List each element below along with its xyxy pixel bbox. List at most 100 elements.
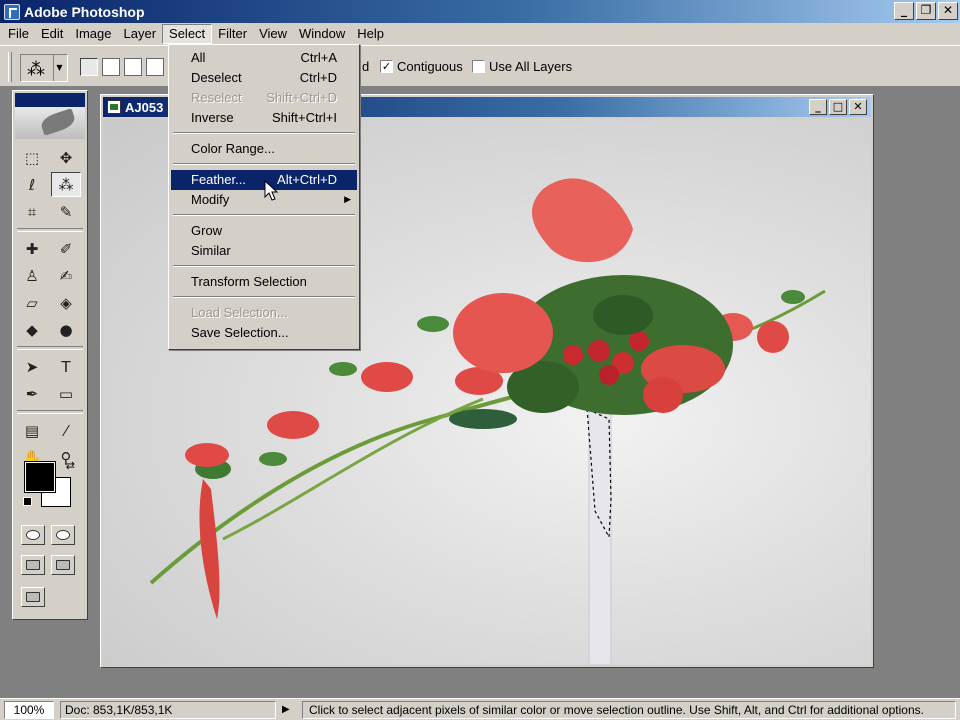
menu-separator — [171, 261, 357, 272]
swap-colors-icon[interactable]: ⇄ — [66, 459, 75, 472]
app-title: Adobe Photoshop — [24, 3, 145, 20]
subtract-from-selection-button[interactable] — [124, 58, 142, 76]
dodge-tool-icon[interactable]: ● — [51, 317, 81, 342]
pen-tool-icon[interactable]: ✒ — [17, 381, 47, 406]
imageready-icon — [26, 592, 40, 602]
transform-selection-item[interactable]: Transform Selection — [171, 272, 357, 292]
screen-mode-icon — [26, 560, 40, 570]
path-selection-tool-icon[interactable]: ➤ — [17, 354, 47, 379]
tulip-bud — [757, 321, 789, 353]
menu-separator — [171, 292, 357, 303]
inverse-item[interactable]: Inverse Shift+Ctrl+I — [171, 108, 357, 128]
menu-bar: File Edit Image Layer Select Filter View… — [0, 23, 960, 45]
rectangle-tool-icon[interactable]: ▭ — [51, 381, 81, 406]
menu-view[interactable]: View — [253, 24, 293, 44]
similar-item[interactable]: Similar — [171, 241, 357, 261]
menu-separator — [171, 210, 357, 221]
full-screen-menu-mode-button[interactable] — [51, 555, 75, 575]
document-size-info: Doc: 853,1K/853,1K — [60, 700, 276, 719]
save-selection-item[interactable]: Save Selection... — [171, 323, 357, 343]
toolbox-divider — [17, 346, 83, 350]
dropdown-arrow-icon[interactable]: ▼ — [53, 55, 65, 81]
crop-tool-icon[interactable]: ⌗ — [17, 199, 47, 224]
standard-screen-mode-button[interactable] — [21, 555, 45, 575]
color-range-item[interactable]: Color Range... — [171, 139, 357, 159]
leaf — [329, 362, 357, 376]
menu-help[interactable]: Help — [351, 24, 390, 44]
menu-image[interactable]: Image — [69, 24, 117, 44]
use-all-layers-checkbox[interactable] — [472, 60, 485, 73]
mouse-pointer-icon — [264, 180, 279, 201]
tulip-bud — [361, 362, 413, 392]
document-close-button[interactable]: ✕ — [849, 99, 867, 115]
status-message: Click to select adjacent pixels of simil… — [302, 700, 956, 719]
tool-preset-picker[interactable]: ⁂ ▼ — [20, 54, 68, 82]
new-selection-button[interactable] — [80, 58, 98, 76]
eraser-tool-icon[interactable]: ▱ — [17, 290, 47, 315]
clone-stamp-tool-icon[interactable]: ♙ — [17, 263, 47, 288]
contiguous-option[interactable]: ✓ Contiguous — [380, 59, 463, 74]
options-bar-grip[interactable] — [8, 52, 12, 82]
menu-filter[interactable]: Filter — [212, 24, 253, 44]
use-all-layers-label: Use All Layers — [489, 59, 573, 74]
paint-bucket-tool-icon[interactable]: ◈ — [51, 290, 81, 315]
grow-item[interactable]: Grow — [171, 221, 357, 241]
anthurium-top — [531, 178, 633, 263]
move-tool-icon[interactable]: ✥ — [51, 145, 81, 170]
blur-tool-icon[interactable]: ◆ — [17, 317, 47, 342]
jump-to-imageready-button[interactable] — [21, 587, 45, 607]
lasso-tool-icon[interactable]: ℓ — [17, 172, 47, 197]
toolbox-divider — [17, 228, 83, 232]
default-colors-icon[interactable] — [23, 497, 32, 506]
tulip-bud — [643, 377, 683, 413]
fern — [449, 409, 517, 429]
vase — [588, 406, 612, 665]
magic-wand-tool-icon[interactable]: ⁂ — [51, 172, 81, 197]
close-button[interactable]: ✕ — [938, 2, 958, 20]
adobe-feather-logo[interactable] — [15, 107, 85, 139]
document-minimize-button[interactable]: _ — [809, 99, 827, 115]
selection-mode-group — [80, 58, 164, 76]
quick-mask-mode-button[interactable] — [51, 525, 75, 545]
healing-brush-tool-icon[interactable]: ✚ — [17, 236, 47, 261]
magic-wand-icon: ⁂ — [27, 59, 45, 80]
menu-select[interactable]: Select — [162, 24, 213, 44]
contiguous-checkbox[interactable]: ✓ — [380, 60, 393, 73]
document-maximize-button[interactable]: □ — [829, 99, 847, 115]
eyedropper-tool-icon[interactable]: ⁄ — [51, 418, 81, 443]
screen-mode-row — [21, 555, 75, 575]
notes-tool-icon[interactable]: ▤ — [17, 418, 47, 443]
berry — [563, 345, 583, 365]
history-brush-tool-icon[interactable]: ✍ — [51, 263, 81, 288]
menu-layer[interactable]: Layer — [118, 24, 163, 44]
toolbox-title-bar[interactable] — [15, 93, 85, 107]
deselect-item[interactable]: Deselect Ctrl+D — [171, 68, 357, 88]
slice-tool-icon[interactable]: ✎ — [51, 199, 81, 224]
add-to-selection-button[interactable] — [102, 58, 120, 76]
type-tool-icon[interactable]: T — [51, 354, 81, 379]
marquee-tool-icon[interactable]: ⬚ — [17, 145, 47, 170]
toolbox-divider — [17, 410, 83, 414]
menu-window[interactable]: Window — [293, 24, 351, 44]
brush-tool-icon[interactable]: ✐ — [51, 236, 81, 261]
document-title: AJ053 — [125, 99, 164, 115]
intersect-selection-button[interactable] — [146, 58, 164, 76]
tools-grid: ⬚ ✥ ℓ ⁂ ⌗ ✎ ✚ ✐ ♙ ✍ ▱ ◈ ◆ ● ➤ T ✒ ▭ ▤ ⁄ … — [17, 145, 83, 470]
reselect-item: Reselect Shift+Ctrl+D — [191, 90, 337, 105]
restore-button[interactable]: ❐ — [916, 2, 936, 20]
berry — [599, 365, 619, 385]
anti-aliased-label-fragment: d — [362, 59, 370, 74]
photoshop-app-icon — [4, 3, 20, 20]
use-all-layers-option[interactable]: Use All Layers — [472, 59, 572, 74]
standard-mode-button[interactable] — [21, 525, 45, 545]
status-menu-arrow-icon[interactable]: ▶ — [282, 704, 294, 715]
zoom-level-field[interactable]: 100% — [4, 700, 54, 719]
foreground-color-swatch[interactable] — [24, 461, 56, 493]
select-all-item[interactable]: All Ctrl+A — [171, 48, 357, 68]
menu-edit[interactable]: Edit — [35, 24, 69, 44]
leaf — [593, 295, 653, 335]
menu-file[interactable]: File — [2, 24, 35, 44]
minimize-button[interactable]: _ — [894, 2, 914, 20]
toolbox: ⬚ ✥ ℓ ⁂ ⌗ ✎ ✚ ✐ ♙ ✍ ▱ ◈ ◆ ● ➤ T ✒ ▭ ▤ ⁄ … — [12, 90, 88, 620]
document-window-controls: _ □ ✕ — [809, 99, 867, 115]
